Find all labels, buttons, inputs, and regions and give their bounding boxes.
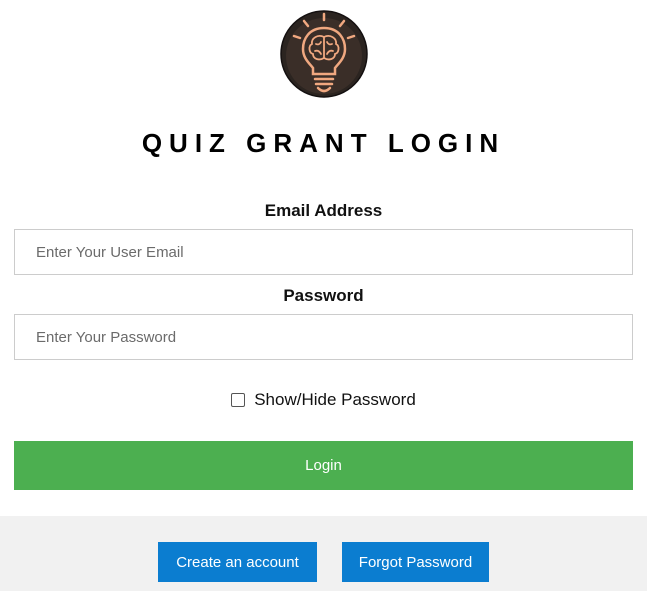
login-button[interactable]: Login bbox=[14, 441, 633, 490]
show-password-label: Show/Hide Password bbox=[254, 390, 416, 409]
create-account-button[interactable]: Create an account bbox=[158, 542, 317, 582]
page-title: QUIZ GRANT LOGIN bbox=[141, 128, 506, 158]
forgot-password-button[interactable]: Forgot Password bbox=[342, 542, 489, 582]
brain-lightbulb-logo bbox=[280, 10, 368, 98]
email-label: Email Address bbox=[264, 201, 383, 220]
show-password-checkbox[interactable] bbox=[231, 393, 246, 407]
footer-bar: Create an account Forgot Password bbox=[0, 516, 647, 591]
login-page: QUIZ GRANT LOGIN Email Address Password … bbox=[0, 0, 647, 591]
show-password-toggle[interactable]: Show/Hide Password bbox=[0, 390, 647, 410]
email-input[interactable] bbox=[14, 229, 633, 275]
password-label: Password bbox=[283, 286, 364, 305]
password-input[interactable] bbox=[14, 314, 633, 360]
